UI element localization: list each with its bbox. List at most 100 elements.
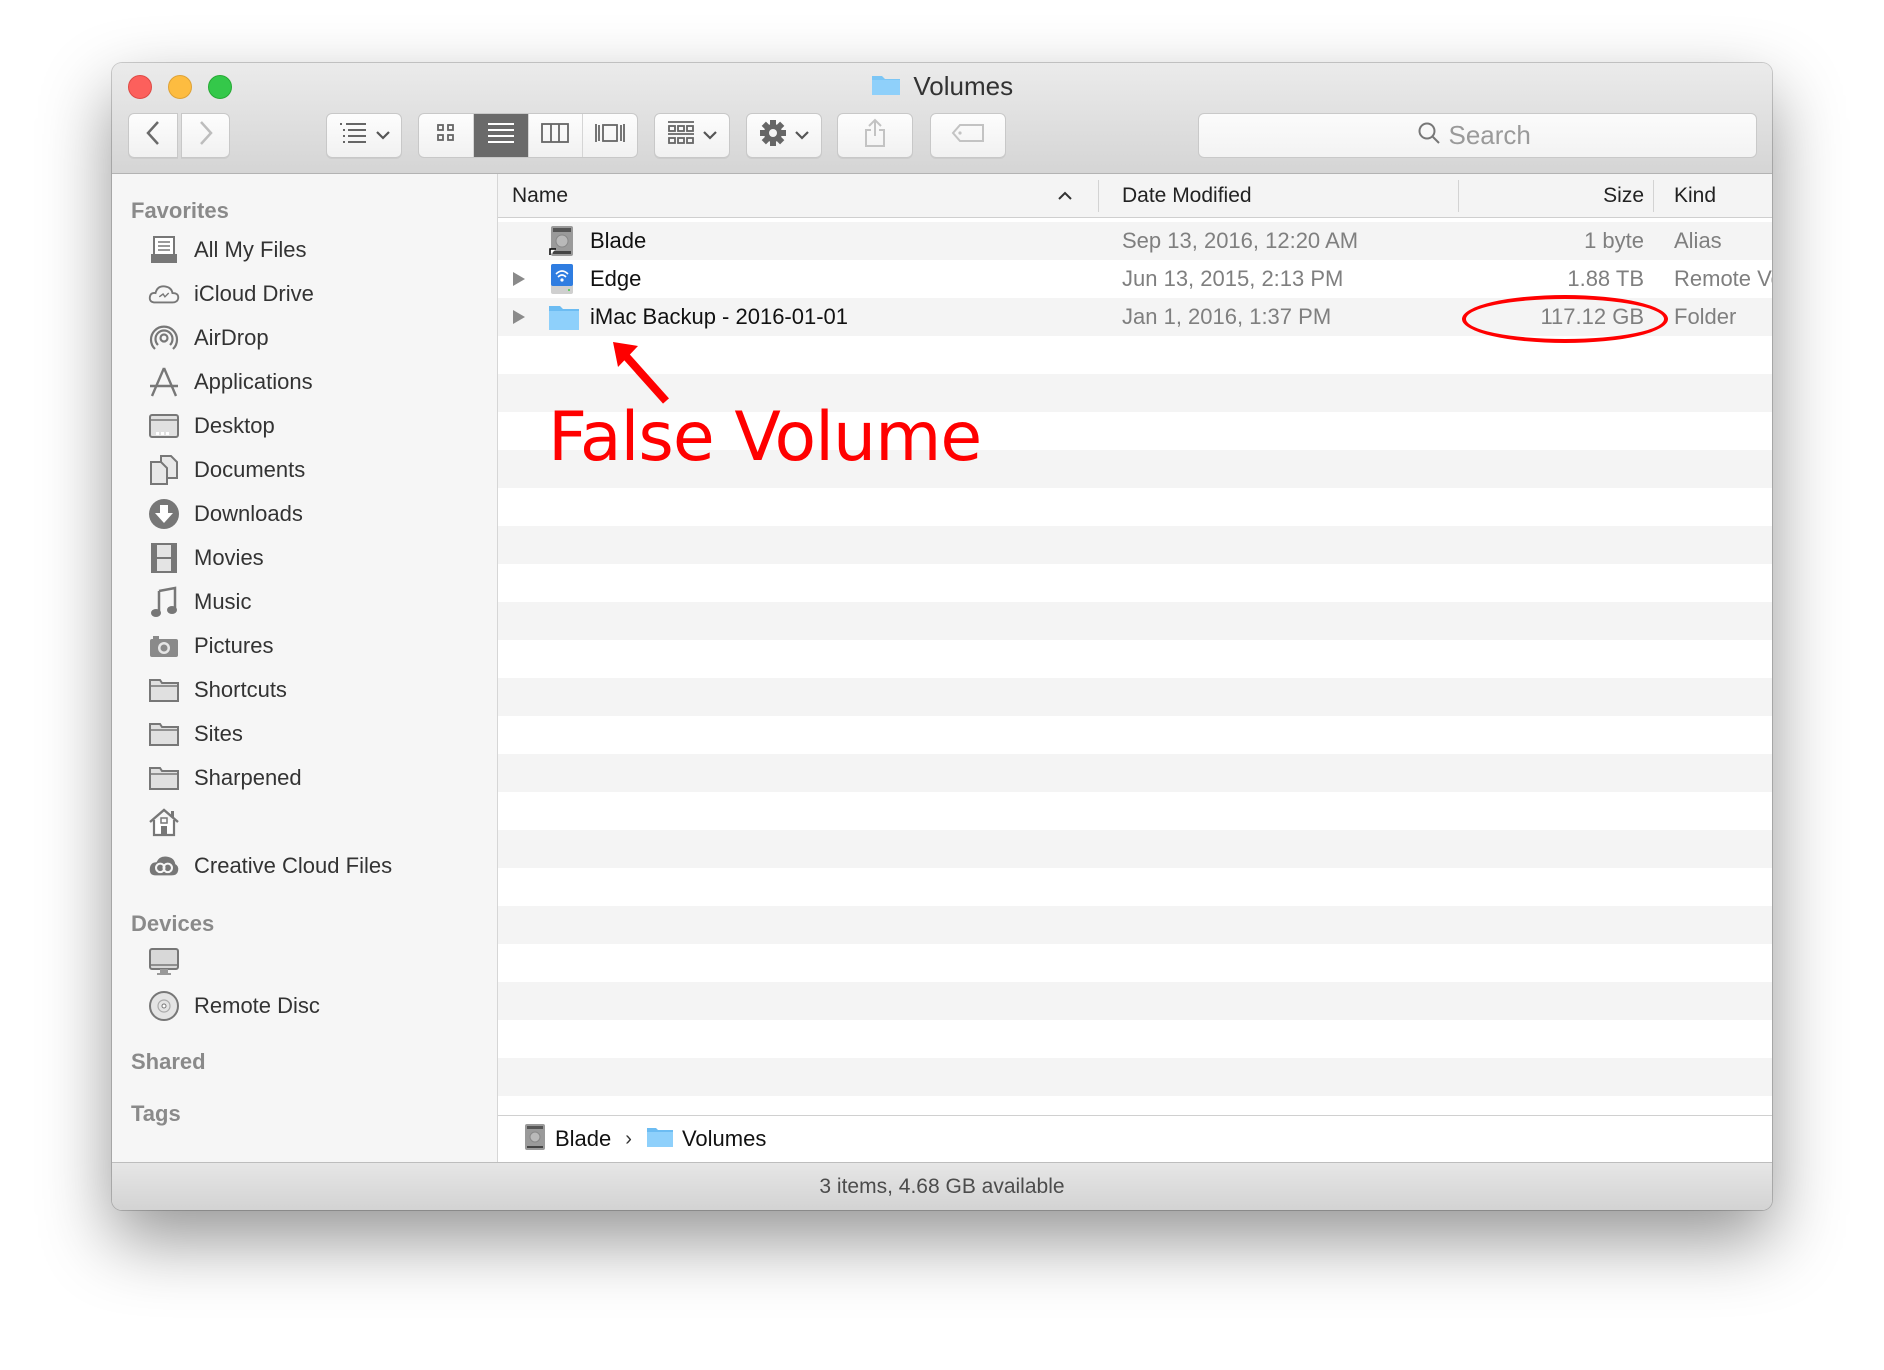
file-size: 1 byte (1584, 228, 1644, 253)
applications-icon (148, 366, 180, 398)
airdrop-icon (148, 322, 180, 354)
sidebar-item-icloud-drive[interactable]: iCloud Drive (148, 275, 314, 313)
column-header-row: Name Date Modified Size Kind (498, 174, 1772, 218)
sidebar-item-label: iCloud Drive (194, 281, 314, 306)
search-field[interactable] (1198, 113, 1757, 158)
movies-icon (148, 542, 180, 574)
column-header-name-label: Name (512, 184, 569, 207)
sidebar-section-devices[interactable]: Devices (131, 911, 214, 937)
column-divider[interactable] (1098, 180, 1099, 212)
file-size: 1.88 TB (1567, 266, 1644, 291)
sidebar-item-sites[interactable]: Sites (148, 715, 243, 753)
annotation-label: False Volume (548, 398, 982, 477)
disclosure-triangle-icon[interactable] (512, 260, 526, 298)
back-button[interactable] (128, 113, 178, 158)
row-stripe (498, 526, 1772, 564)
file-date: Sep 13, 2016, 12:20 AM (1122, 228, 1359, 253)
row-stripe (498, 906, 1772, 944)
music-icon (148, 586, 180, 618)
row-stripe (498, 982, 1772, 1020)
sidebar-item-creative-cloud-files[interactable]: Creative Cloud Files (148, 847, 392, 885)
window-title: Volumes (112, 71, 1772, 101)
row-stripe (498, 830, 1772, 868)
path-crumb-blade[interactable]: Blade (555, 1126, 611, 1152)
action-button[interactable] (746, 113, 822, 158)
row-stripe (498, 640, 1772, 678)
list-view-button[interactable] (473, 114, 529, 157)
chevron-left-icon (145, 120, 161, 151)
sidebar-item-movies[interactable]: Movies (148, 539, 264, 577)
column-header-kind-label: Kind (1674, 184, 1717, 207)
chevron-down-icon (795, 127, 809, 145)
path-crumb-volumes[interactable]: Volumes (682, 1126, 766, 1152)
column-header-date[interactable]: Date Modified (1122, 174, 1252, 218)
imac-icon (148, 946, 180, 978)
desktop-icon (148, 410, 180, 442)
sidebar-section-tags[interactable]: Tags (131, 1101, 181, 1127)
sidebar-item-label: Music (194, 589, 252, 614)
sidebar-item-desktop[interactable]: Desktop (148, 407, 275, 445)
arrange-button[interactable] (326, 113, 402, 158)
path-bar: Blade › Volumes (498, 1115, 1772, 1162)
file-kind: Alias (1674, 228, 1722, 253)
column-header-size-label: Size (1603, 184, 1644, 207)
tag-icon (951, 123, 985, 148)
sidebar-item-label: Applications (194, 369, 313, 394)
sidebar-item-label: Documents (194, 457, 306, 482)
documents-icon (148, 454, 180, 486)
sidebar-item-imac[interactable] (148, 943, 194, 981)
sidebar-item-label: Pictures (194, 633, 274, 658)
forward-button[interactable] (181, 113, 230, 158)
chevron-down-icon (376, 127, 390, 145)
file-row-blade[interactable]: Blade Sep 13, 2016, 12:20 AM 1 byte Alia… (498, 222, 1772, 260)
sidebar-item-documents[interactable]: Documents (148, 451, 305, 489)
tags-button[interactable] (930, 113, 1006, 158)
home-icon (148, 806, 180, 838)
sidebar-item-shortcuts[interactable]: Shortcuts (148, 671, 287, 709)
column-header-date-label: Date Modified (1122, 184, 1252, 207)
file-date: Jan 1, 2016, 1:37 PM (1122, 304, 1332, 329)
row-stripe (498, 868, 1772, 906)
share-icon (863, 118, 887, 153)
sidebar-item-label: Downloads (194, 501, 303, 526)
search-input[interactable] (1448, 120, 1539, 151)
sidebar-section-shared[interactable]: Shared (131, 1049, 206, 1075)
file-row-edge[interactable]: Edge Jun 13, 2015, 2:13 PM 1.88 TB Remot… (498, 260, 1772, 298)
camera-icon (148, 630, 180, 662)
group-by-button[interactable] (654, 113, 730, 158)
hard-drive-alias-icon (548, 222, 576, 260)
sidebar-item-all-my-files[interactable]: All My Files (148, 231, 306, 269)
sidebar-item-music[interactable]: Music (148, 583, 251, 621)
column-divider[interactable] (1653, 180, 1654, 212)
cover-flow-view-button[interactable] (583, 114, 637, 157)
sidebar-item-remote-disc[interactable]: Remote Disc (148, 987, 320, 1025)
coverflow-icon (594, 122, 626, 149)
creative-cloud-icon (148, 850, 180, 882)
folder-icon (148, 674, 180, 706)
file-name: Blade (590, 228, 647, 253)
window-title-text: Volumes (913, 71, 1014, 101)
row-stripe (498, 1058, 1772, 1096)
search-icon (1417, 121, 1441, 150)
sidebar-item-applications[interactable]: Applications (148, 363, 313, 401)
sidebar-item-sharpened[interactable]: Sharpened (148, 759, 302, 797)
sidebar-item-downloads[interactable]: Downloads (148, 495, 303, 533)
sidebar-item-label: Movies (194, 545, 264, 570)
sidebar-item-home[interactable] (148, 803, 194, 841)
column-header-size[interactable]: Size (1458, 174, 1644, 218)
folder-icon (148, 718, 180, 750)
sidebar-item-pictures[interactable]: Pictures (148, 627, 273, 665)
disclosure-triangle-icon[interactable] (512, 298, 526, 336)
column-header-name[interactable]: Name (512, 174, 1092, 218)
sidebar-item-label: Creative Cloud Files (194, 853, 393, 878)
sidebar-item-label: Shortcuts (194, 677, 287, 702)
rows-area: Blade Sep 13, 2016, 12:20 AM 1 byte Alia… (498, 222, 1772, 1148)
column-view-button[interactable] (529, 114, 584, 157)
sidebar-item-airdrop[interactable]: AirDrop (148, 319, 269, 357)
file-date: Jun 13, 2015, 2:13 PM (1122, 266, 1344, 291)
chevron-right-icon (198, 120, 214, 151)
column-header-kind[interactable]: Kind (1674, 174, 1716, 218)
sidebar-section-favorites[interactable]: Favorites (131, 198, 229, 224)
share-button[interactable] (837, 113, 913, 158)
icon-view-button[interactable] (419, 114, 474, 157)
